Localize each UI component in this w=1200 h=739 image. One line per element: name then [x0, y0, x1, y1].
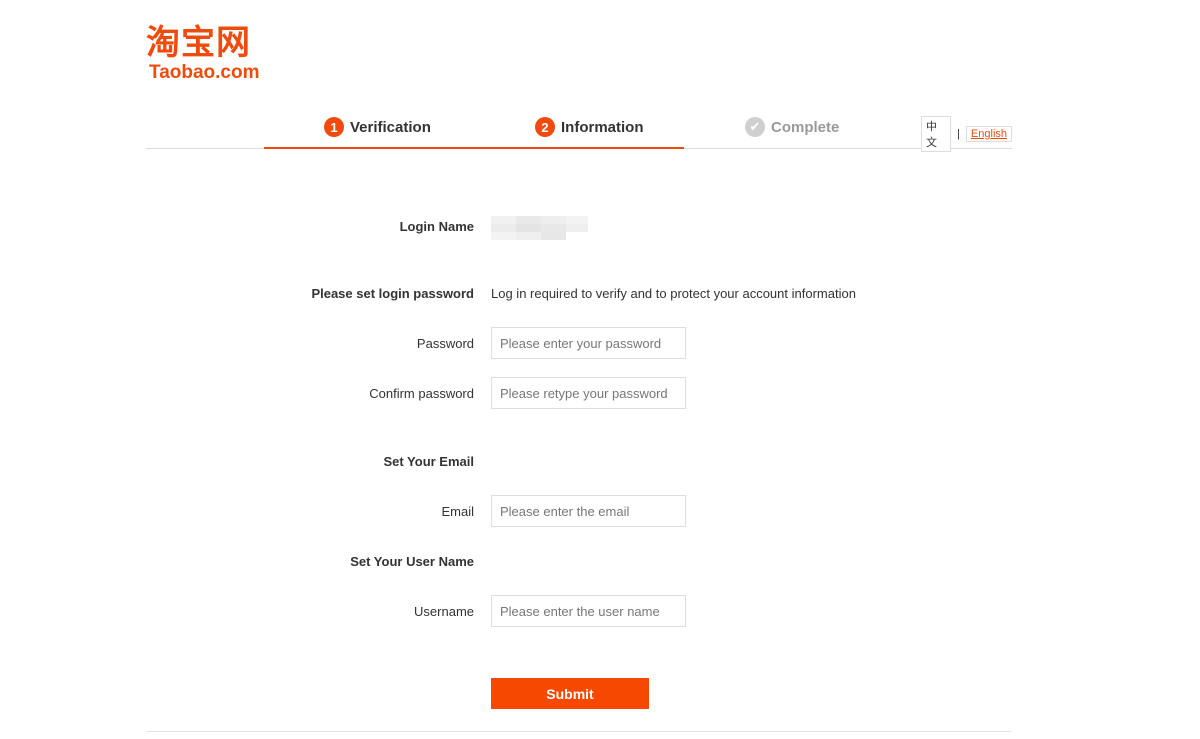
language-separator: |: [957, 128, 960, 140]
footer-divider: [146, 731, 1012, 732]
password-section-label: Please set login password: [311, 286, 474, 301]
email-input[interactable]: [491, 495, 686, 527]
logo-chinese-text: 淘宝网: [146, 23, 251, 63]
language-english-link[interactable]: English: [965, 126, 1012, 142]
password-section-note: Log in required to verify and to protect…: [491, 286, 856, 301]
password-label: Password: [416, 336, 474, 351]
step-verification: 1 Verification: [324, 116, 431, 138]
step-label: Information: [561, 118, 644, 136]
login-name-value-blurred: [491, 216, 588, 240]
email-label: Email: [441, 504, 474, 519]
step-number-2: 2: [535, 117, 555, 137]
language-switcher: 中文 | English: [921, 116, 1012, 152]
username-input[interactable]: [491, 595, 686, 627]
step-complete: ✔ Complete: [745, 116, 839, 138]
confirm-password-input[interactable]: [491, 377, 686, 409]
step-progress-bar: [264, 147, 684, 149]
language-chinese-link[interactable]: 中文: [921, 116, 952, 152]
username-section-label: Set Your User Name: [350, 554, 474, 569]
progress-steps: 1 Verification 2 Information ✔ Complete …: [146, 108, 1012, 152]
login-name-label: Login Name: [399, 219, 474, 234]
step-number-1: 1: [324, 117, 344, 137]
submit-button[interactable]: Submit: [491, 678, 649, 709]
step-label: Verification: [350, 118, 431, 136]
check-circle-icon: ✔: [745, 117, 765, 137]
confirm-password-label: Confirm password: [369, 386, 474, 401]
logo-english-text: Taobao.com: [149, 62, 260, 83]
taobao-logo[interactable]: 淘宝网 Taobao.com: [146, 24, 286, 84]
step-label: Complete: [771, 118, 840, 136]
email-section-label: Set Your Email: [383, 454, 474, 469]
username-label: Username: [414, 604, 474, 619]
step-information: 2 Information: [535, 116, 644, 138]
password-input[interactable]: [491, 327, 686, 359]
